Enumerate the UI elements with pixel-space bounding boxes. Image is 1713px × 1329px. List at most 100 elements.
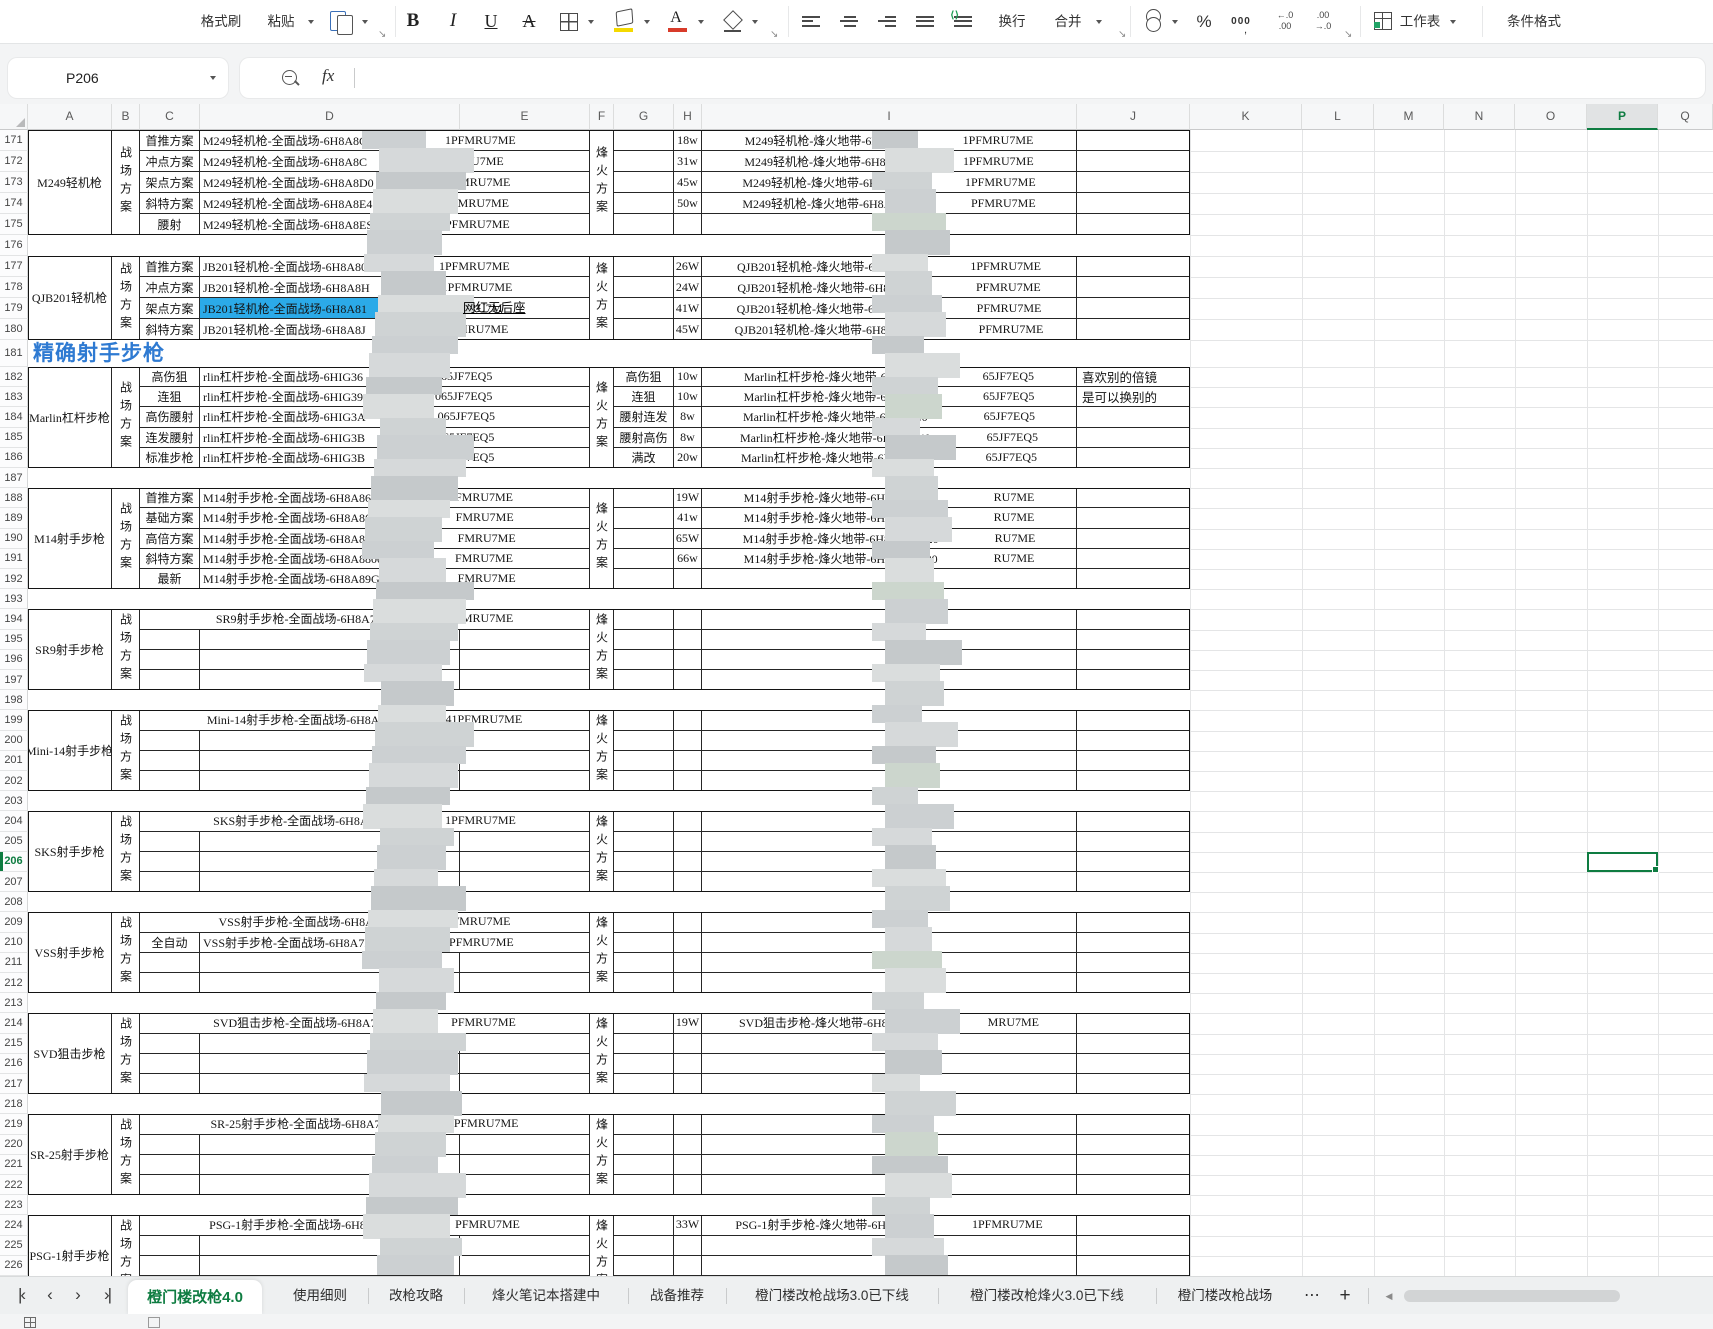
sheet-tab-active[interactable]: 橙门楼改枪4.0	[128, 1280, 262, 1315]
weapon-name-cell[interactable]: M249轻机枪	[28, 130, 112, 235]
cell-G186[interactable]: 满改	[614, 447, 674, 468]
row-header-193[interactable]: 193	[0, 589, 28, 610]
cell-G226[interactable]	[614, 1255, 674, 1276]
cell-J186[interactable]	[1077, 447, 1190, 468]
column-header-F[interactable]: F	[590, 104, 614, 130]
cell-H205[interactable]	[674, 831, 702, 852]
cell-J221[interactable]	[1077, 1154, 1190, 1175]
row-header-178[interactable]: 178	[0, 277, 28, 298]
column-header-Q[interactable]: Q	[1658, 104, 1713, 130]
cell-J196[interactable]	[1077, 649, 1190, 670]
weapon-name-cell[interactable]: SKS射手步枪	[28, 811, 112, 893]
view-mode-icon[interactable]	[24, 1317, 36, 1328]
cell-H180[interactable]: 45W	[674, 319, 702, 340]
battlefield-plan-cell[interactable]: 战场方案	[112, 710, 140, 792]
cell-C214[interactable]: SVD狙击步枪-全面战场-6H8A7N0 PFMRU7ME	[140, 1013, 590, 1034]
cell-H186[interactable]: 20w	[674, 447, 702, 468]
cell-G225[interactable]	[614, 1235, 674, 1256]
column-header-D[interactable]: D	[200, 104, 460, 130]
cell-J191[interactable]	[1077, 548, 1190, 569]
cell-G206[interactable]	[614, 851, 674, 872]
row-header-191[interactable]: 191	[0, 548, 28, 569]
cell-J216[interactable]	[1077, 1053, 1190, 1074]
view-mode-icon[interactable]	[148, 1317, 160, 1328]
row-header-179[interactable]: 179	[0, 298, 28, 319]
cell-H174[interactable]: 50w	[674, 193, 702, 214]
cell-J192[interactable]	[1077, 569, 1190, 590]
cell-H216[interactable]	[674, 1053, 702, 1074]
row-header-173[interactable]: 173	[0, 172, 28, 193]
cell-G191[interactable]	[614, 548, 674, 569]
cell-G210[interactable]	[614, 932, 674, 953]
column-header-P[interactable]: P	[1587, 104, 1658, 130]
battlefield-plan-cell[interactable]: 战场方案	[112, 1013, 140, 1095]
cell-G189[interactable]	[614, 508, 674, 529]
cell-J175[interactable]	[1077, 214, 1190, 235]
row-header-171[interactable]: 171	[0, 130, 28, 151]
cell-J202[interactable]	[1077, 771, 1190, 792]
cell-C186[interactable]: 标准步枪	[140, 447, 200, 468]
cell-G209[interactable]	[614, 912, 674, 933]
cell-E201[interactable]	[460, 750, 590, 771]
column-header-E[interactable]: E	[460, 104, 590, 130]
fire-plan-cell[interactable]: 烽火方案	[590, 1013, 614, 1095]
cell-H171[interactable]: 18w	[674, 130, 702, 151]
row-header-189[interactable]: 189	[0, 508, 28, 529]
cell-G173[interactable]	[614, 172, 674, 193]
cell-G199[interactable]	[614, 710, 674, 731]
cell-H224[interactable]: 33W	[674, 1215, 702, 1236]
cell-G215[interactable]	[614, 1033, 674, 1054]
cell-C179[interactable]: 架点方案	[140, 298, 200, 319]
row-header-211[interactable]: 211	[0, 952, 28, 973]
cell-J178[interactable]	[1077, 277, 1190, 298]
cell-C212[interactable]	[140, 973, 200, 994]
row-header-226[interactable]: 226	[0, 1255, 28, 1276]
row-header-204[interactable]: 204	[0, 811, 28, 832]
cell-H194[interactable]	[674, 609, 702, 630]
cell-G207[interactable]	[614, 872, 674, 893]
sheet-tab[interactable]: 橙门楼改枪烽火3.0已下线	[944, 1277, 1150, 1315]
cell-G194[interactable]	[614, 609, 674, 630]
row-header-210[interactable]: 210	[0, 932, 28, 953]
row-header-194[interactable]: 194	[0, 609, 28, 630]
row-header-205[interactable]: 205	[0, 831, 28, 852]
column-header-J[interactable]: J	[1077, 104, 1190, 130]
cell-J200[interactable]	[1077, 730, 1190, 751]
cell-J174[interactable]	[1077, 193, 1190, 214]
sheet-tab[interactable]: 烽火笔记本搭建中	[470, 1277, 622, 1315]
cell-C221[interactable]	[140, 1154, 200, 1175]
cell-E195[interactable]	[460, 629, 590, 650]
cell-J182[interactable]: 喜欢别的倍镜	[1077, 367, 1190, 388]
cell-E200[interactable]	[460, 730, 590, 751]
cell-C195[interactable]	[140, 629, 200, 650]
cell-J185[interactable]	[1077, 427, 1190, 448]
battlefield-plan-cell[interactable]: 战场方案	[112, 1114, 140, 1196]
cell-G221[interactable]	[614, 1154, 674, 1175]
battlefield-plan-cell[interactable]: 战场方案	[112, 256, 140, 340]
battlefield-plan-cell[interactable]: 战场方案	[112, 367, 140, 468]
row-header-202[interactable]: 202	[0, 771, 28, 792]
cell-E207[interactable]	[460, 872, 590, 893]
row-header-207[interactable]: 207	[0, 872, 28, 893]
cell-J188[interactable]	[1077, 488, 1190, 509]
cell-J215[interactable]	[1077, 1033, 1190, 1054]
cell-E226[interactable]	[460, 1255, 590, 1276]
cell-H210[interactable]	[674, 932, 702, 953]
cell-E215[interactable]	[460, 1033, 590, 1054]
row-header-212[interactable]: 212	[0, 973, 28, 994]
cell-J204[interactable]	[1077, 811, 1190, 832]
cell-H177[interactable]: 26W	[674, 256, 702, 277]
cell-C222[interactable]	[140, 1175, 200, 1196]
cell-E217[interactable]	[460, 1074, 590, 1095]
cell-H183[interactable]: 10w	[674, 387, 702, 408]
cell-J183[interactable]: 是可以换别的	[1077, 387, 1190, 408]
row-header-185[interactable]: 185	[0, 427, 28, 448]
battlefield-plan-cell[interactable]: 战场方案	[112, 130, 140, 235]
last-sheet-button[interactable]: ›|	[94, 1277, 120, 1315]
cell-C211[interactable]	[140, 952, 200, 973]
sheet-grid[interactable]: A B C D E F G H I J K L M N O P Q 171 172 173 174 175 176 177 17…	[0, 0, 1713, 1276]
row-header-221[interactable]: 221	[0, 1154, 28, 1175]
cell-C175[interactable]: 腰射	[140, 214, 200, 235]
cell-C184[interactable]: 高伤腰射	[140, 407, 200, 428]
cell-G219[interactable]	[614, 1114, 674, 1135]
